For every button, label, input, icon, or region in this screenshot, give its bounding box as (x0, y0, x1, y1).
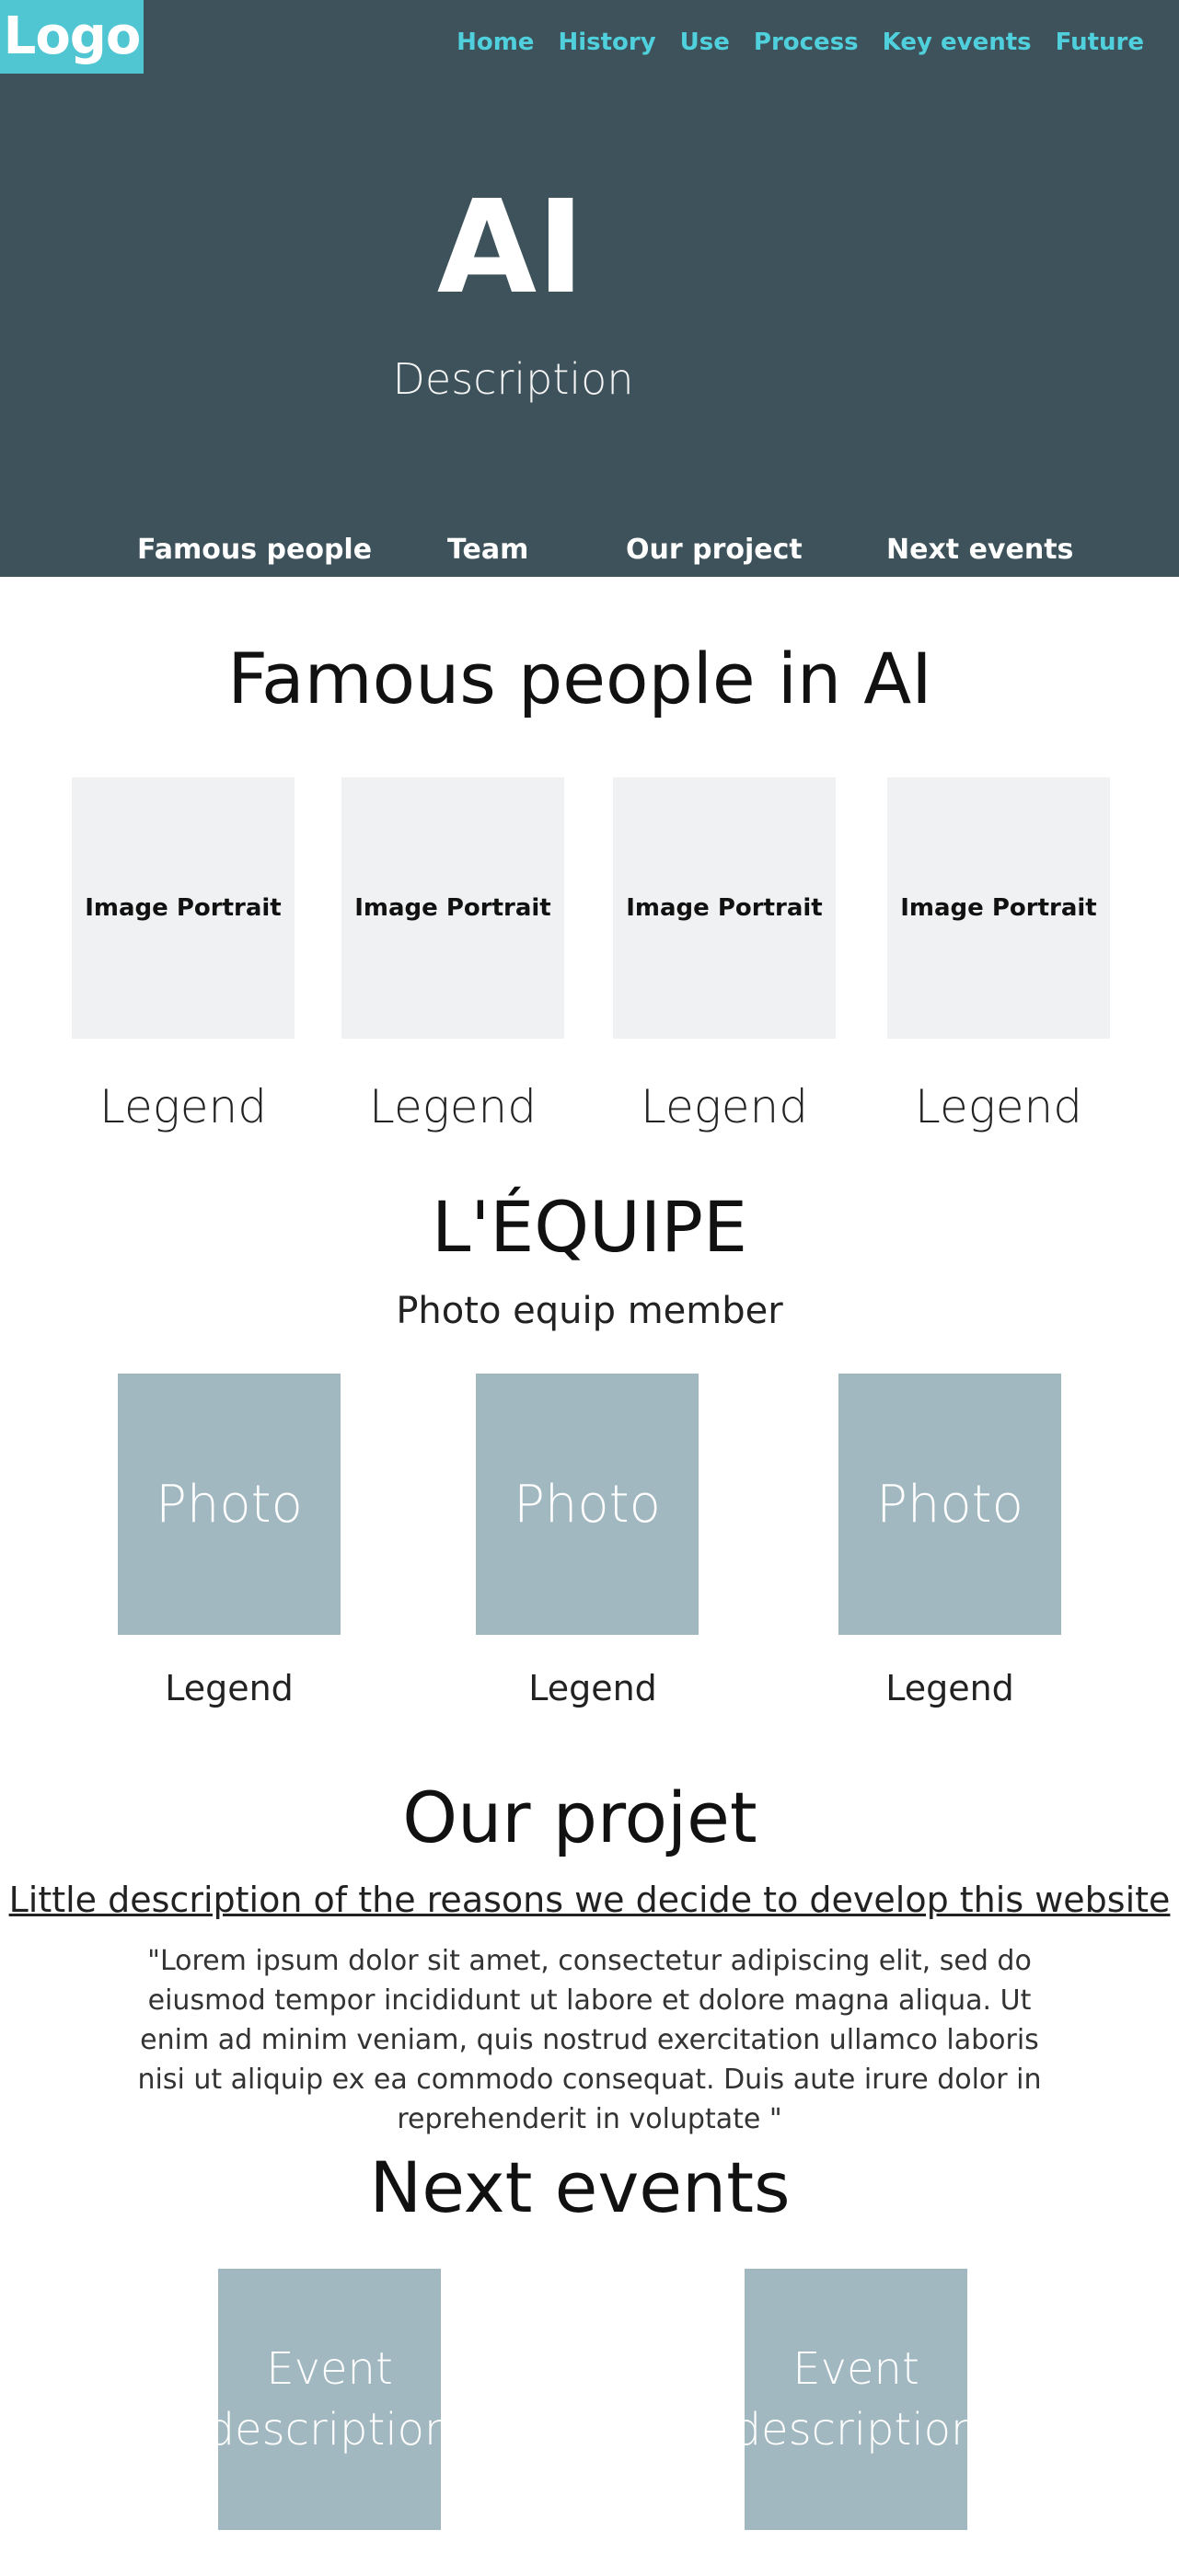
project-description-link[interactable]: Little description of the reasons we dec… (0, 1877, 1179, 1923)
hero-title: AI (436, 173, 585, 323)
project-body-text: "Lorem ipsum dolor sit amet, consectetur… (137, 1945, 1042, 2135)
section-link-our-project[interactable]: Our project (626, 530, 803, 570)
nav-link-key-events[interactable]: Key events (883, 26, 1032, 59)
nav-link-history[interactable]: History (558, 26, 655, 59)
portrait-image: Image Portrait (887, 777, 1110, 1039)
team-photo: Photo (118, 1374, 341, 1635)
portrait-image: Image Portrait (72, 777, 295, 1039)
portrait-legend: Legend (369, 1080, 537, 1133)
nav-link-process[interactable]: Process (754, 26, 859, 59)
team-photo: Photo (838, 1374, 1061, 1635)
portrait-legend: Legend (915, 1080, 1082, 1133)
portrait-image: Image Portrait (613, 777, 836, 1039)
team-subheading: Photo equip member (396, 1290, 783, 1332)
top-nav: Home History Use Process Key events Futu… (457, 26, 1144, 59)
section-nav: Famous people Team Our project Next even… (0, 530, 1179, 570)
team-legend: Legend (165, 1668, 294, 1708)
team-heading: L'ÉQUIPE (432, 1186, 747, 1268)
nav-link-use[interactable]: Use (680, 26, 730, 59)
event-card[interactable]: Event description (734, 2269, 978, 2530)
hero-description: Description (392, 354, 634, 404)
portrait-legend: Legend (641, 1080, 808, 1133)
nav-link-future[interactable]: Future (1056, 26, 1144, 59)
logo[interactable]: Logo (0, 0, 144, 74)
team-photo: Photo (476, 1374, 699, 1635)
hero-header: Logo Home History Use Process Key events… (0, 0, 1179, 577)
famous-heading: Famous people in AI (227, 638, 932, 719)
project-heading: Our projet (402, 1777, 757, 1858)
section-link-next-events[interactable]: Next events (886, 530, 1073, 570)
events-heading: Next events (369, 2146, 791, 2228)
team-legend: Legend (528, 1668, 657, 1708)
team-legend: Legend (885, 1668, 1014, 1708)
nav-link-home[interactable]: Home (457, 26, 534, 59)
event-card[interactable]: Event description (207, 2269, 452, 2530)
section-link-team[interactable]: Team (447, 530, 528, 570)
section-link-famous-people[interactable]: Famous people (137, 530, 372, 570)
portrait-legend: Legend (99, 1080, 267, 1133)
portrait-image: Image Portrait (341, 777, 564, 1039)
